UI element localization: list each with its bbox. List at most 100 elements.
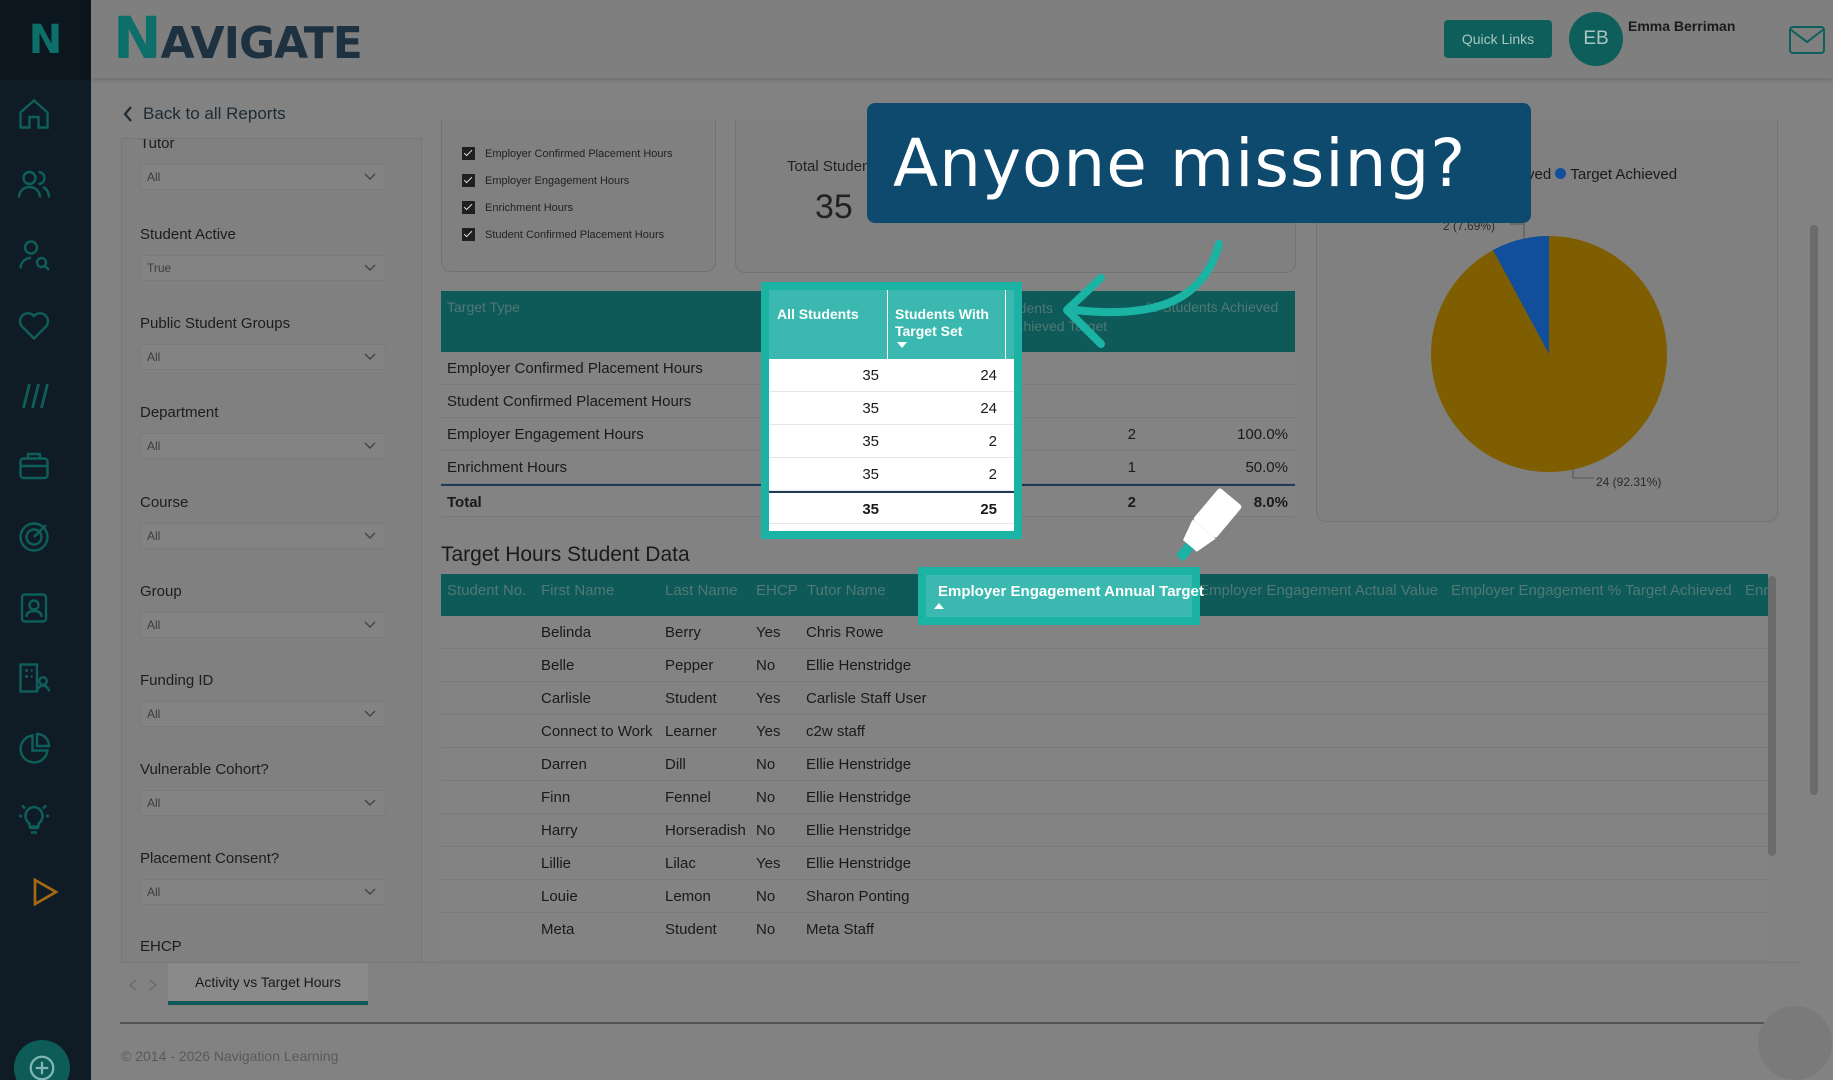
table-row[interactable]: Connect to Work Learner Yes c2w staff [441, 715, 1768, 748]
chevron-down-icon [364, 442, 376, 449]
pie-legend: ved Target Achieved [1527, 166, 1678, 183]
tab-scroll-right-icon[interactable] [148, 979, 158, 991]
col-all-students[interactable]: All Students [777, 306, 859, 323]
target-icon[interactable] [14, 517, 54, 557]
checkbox-employer-engagement[interactable]: Employer Engagement Hours [462, 174, 629, 187]
checkbox-icon [462, 174, 475, 187]
sort-asc-icon[interactable] [934, 603, 944, 609]
chevron-down-icon [364, 799, 376, 806]
user-search-icon[interactable] [14, 235, 54, 275]
table-row: 35 24 [769, 392, 1014, 425]
chevron-down-icon [364, 173, 376, 180]
col-target-type[interactable]: Target Type [447, 299, 520, 315]
col-engagement-pct[interactable]: Employer Engagement % Target Achieved [1451, 582, 1732, 599]
col-student-no[interactable]: Student No. [447, 582, 526, 599]
mail-icon[interactable] [1789, 26, 1825, 59]
chevron-down-icon [364, 264, 376, 271]
slashes-icon[interactable] [14, 376, 54, 416]
chevron-down-icon [364, 888, 376, 895]
col-first-name[interactable]: First Name [541, 582, 614, 599]
placement-consent-select[interactable]: All [140, 879, 386, 905]
people-icon[interactable] [14, 164, 54, 204]
table-row[interactable]: Darren Dill No Ellie Henstridge [441, 748, 1768, 781]
chevron-left-icon [123, 106, 132, 122]
pie-label-large: 24 (92.31%) [1596, 475, 1662, 489]
filter-department: Department All [140, 404, 405, 459]
student-active-select[interactable]: True [140, 255, 386, 281]
total-students-label: Total Studen [787, 158, 871, 175]
user-name: Emma Berriman [1628, 18, 1736, 34]
table-row[interactable]: Carlisle Student Yes Carlisle Staff User [441, 682, 1768, 715]
col-enrichment[interactable]: Enr [1745, 582, 1768, 599]
table-row[interactable]: Louie Lemon No Sharon Ponting [441, 880, 1768, 913]
vulnerable-cohort-select[interactable]: All [140, 790, 386, 816]
help-widget-icon[interactable] [1758, 1006, 1832, 1080]
table-row[interactable]: Meta Student No Meta Staff [441, 913, 1768, 961]
checkbox-enrichment[interactable]: Enrichment Hours [462, 201, 573, 214]
col-ehcp[interactable]: EHCP [756, 582, 798, 599]
footer-divider [120, 1022, 1800, 1024]
tutor-select[interactable]: All [140, 164, 386, 190]
filter-student-active: Student Active True [140, 226, 405, 281]
table-row: 35 24 [769, 359, 1014, 392]
page-scrollbar[interactable] [1810, 225, 1818, 795]
course-select[interactable]: All [140, 523, 386, 549]
building-users-icon[interactable] [14, 658, 54, 698]
chevron-down-icon [364, 532, 376, 539]
student-data-title: Target Hours Student Data [441, 543, 690, 566]
table-row[interactable]: Belle Pepper No Ellie Henstridge [441, 649, 1768, 682]
sidebar-logo[interactable]: N [0, 0, 91, 80]
filter-course: Course All [140, 494, 405, 549]
home-icon[interactable] [14, 94, 54, 134]
checkbox-icon [462, 201, 475, 214]
footer-copyright: © 2014 - 2026 Navigation Learning [121, 1048, 339, 1064]
highlighted-header: All Students Students With Target Set [769, 290, 1014, 359]
heart-icon[interactable] [14, 305, 54, 345]
filter-funding-id: Funding ID All [140, 672, 405, 727]
pie-chart-icon[interactable] [14, 729, 54, 769]
filter-group: Group All [140, 583, 405, 638]
funding-id-select[interactable]: All [140, 701, 386, 727]
sort-desc-icon[interactable] [897, 342, 907, 348]
table-row[interactable]: Harry Horseradish No Ellie Henstridge [441, 814, 1768, 847]
tab-scroll-left-icon[interactable] [128, 979, 138, 991]
col-tutor-name[interactable]: Tutor Name [807, 582, 886, 599]
brand-logo[interactable]: NAVIGATE [113, 4, 363, 72]
total-students-value: 35 [815, 188, 853, 226]
pie-chart [1431, 235, 1667, 472]
filter-public-student-groups: Public Student Groups All [140, 315, 405, 370]
department-select[interactable]: All [140, 433, 386, 459]
table-row[interactable]: Finn Fennel No Ellie Henstridge [441, 781, 1768, 814]
col-students-with-target-set[interactable]: Students With Target Set [895, 306, 989, 340]
annotation-callout: Anyone missing? [867, 103, 1531, 223]
tab-activity-vs-target-hours[interactable]: Activity vs Target Hours [168, 963, 368, 1005]
plus-circle-icon[interactable] [14, 1040, 70, 1080]
avatar[interactable]: EB [1569, 12, 1623, 66]
checkbox-student-confirmed[interactable]: Student Confirmed Placement Hours [462, 228, 664, 241]
filter-vulnerable-cohort: Vulnerable Cohort? All [140, 761, 405, 816]
quick-links-button[interactable]: Quick Links [1444, 20, 1552, 58]
chevron-down-icon [364, 353, 376, 360]
filter-panel: Tutor All Student Active True Public Stu… [121, 138, 422, 963]
lightbulb-icon[interactable] [14, 799, 54, 839]
group-select[interactable]: All [140, 612, 386, 638]
col-last-name[interactable]: Last Name [665, 582, 738, 599]
back-to-reports-link[interactable]: Back to all Reports [123, 104, 286, 124]
checkbox-icon [462, 147, 475, 160]
table-row[interactable]: Lillie Lilac Yes Ellie Henstridge [441, 847, 1768, 880]
public-student-groups-select[interactable]: All [140, 344, 386, 370]
briefcase-icon[interactable] [14, 446, 54, 486]
filter-ehcp: EHCP [140, 938, 182, 955]
highlighter-pen-icon [1175, 488, 1242, 562]
top-bar: NAVIGATE Quick Links EB Emma Berriman [91, 0, 1833, 78]
callout-arrow-icon [1063, 240, 1223, 348]
checkbox-employer-confirmed[interactable]: Employer Confirmed Placement Hours [462, 147, 673, 160]
play-icon[interactable] [24, 872, 64, 912]
contact-card-icon[interactable] [14, 588, 54, 628]
highlighted-columns: All Students Students With Target Set 35 2… [761, 282, 1022, 539]
table-row: 35 2 [769, 425, 1014, 458]
report-tab-bar: Activity vs Target Hours [120, 962, 1800, 1006]
table-scrollbar[interactable] [1768, 576, 1776, 856]
legend-dot-icon [1555, 168, 1567, 179]
col-engagement-actual[interactable]: Employer Engagement Actual Value [1199, 582, 1438, 599]
